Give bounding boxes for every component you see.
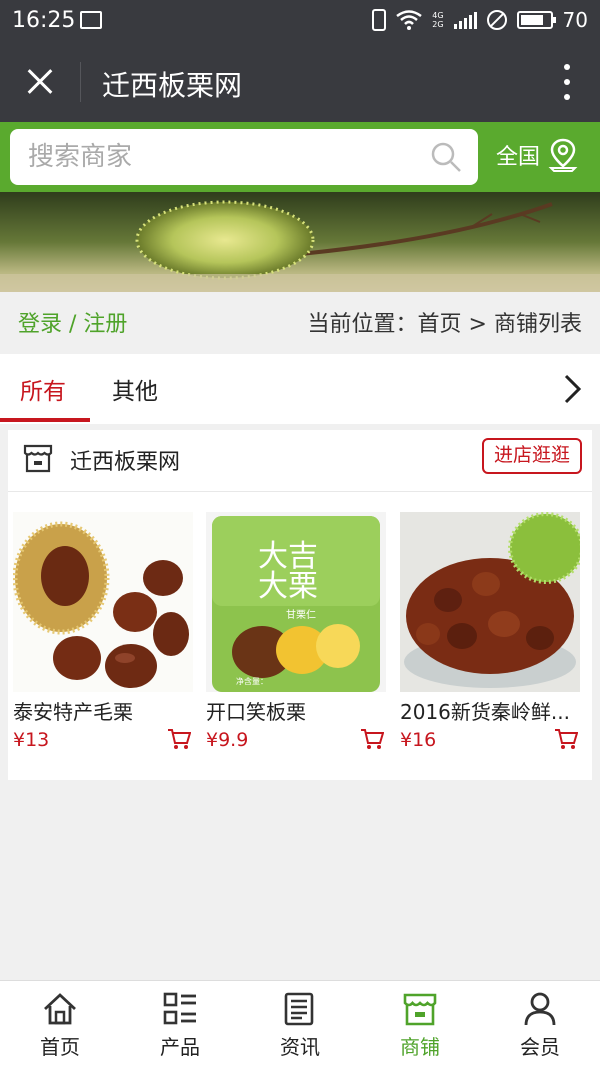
- nav-member[interactable]: 会员: [480, 981, 600, 1067]
- tab-all[interactable]: 所有: [20, 372, 66, 406]
- signal-icon: [453, 11, 477, 29]
- product-card[interactable]: 2016新货秦岭鲜... ¥16: [400, 512, 580, 751]
- nav-home[interactable]: 首页: [0, 981, 120, 1067]
- status-icons: 4G 2G 70: [372, 8, 588, 32]
- search-input[interactable]: [28, 139, 418, 175]
- product-image[interactable]: [400, 512, 580, 692]
- breadcrumb-row: 登录 / 注册 当前位置：首页 > 商铺列表: [0, 292, 600, 352]
- search-box[interactable]: [10, 129, 478, 185]
- news-icon: [284, 992, 314, 1026]
- page-title: 迁西板栗网: [102, 69, 243, 102]
- product-card[interactable]: 泰安特产毛栗 ¥13: [13, 512, 193, 751]
- search-header: 全国: [0, 122, 600, 192]
- product-name[interactable]: 泰安特产毛栗: [13, 696, 188, 725]
- wifi-icon: [396, 10, 422, 30]
- package-sub: 甘栗仁: [286, 608, 316, 621]
- package-weight: 净含量：: [236, 676, 268, 686]
- title-bar: 迁西板栗网: [0, 42, 600, 122]
- status-time: 16:25: [12, 8, 76, 33]
- status-bar: 16:25 4G 2G 70: [0, 0, 600, 42]
- product-card[interactable]: 大吉 大栗 甘栗仁 净含量： 开口笑板栗 ¥9.9: [206, 512, 386, 751]
- vibrate-icon: [372, 9, 387, 31]
- region-selector[interactable]: 全国: [496, 138, 578, 172]
- product-name[interactable]: 2016新货秦岭鲜...: [400, 696, 575, 725]
- grid-list-icon: [163, 992, 196, 1025]
- network-4g-label: 4G: [432, 11, 444, 20]
- nav-shops[interactable]: 商铺: [360, 981, 480, 1067]
- nav-news[interactable]: 资讯: [240, 981, 360, 1067]
- bottom-nav: 首页 产品 资讯 商铺 会员: [0, 980, 600, 1067]
- nav-news-label: 资讯: [280, 1035, 320, 1059]
- no-sim-icon: [486, 10, 507, 30]
- nav-products[interactable]: 产品: [120, 981, 240, 1067]
- region-label: 全国: [496, 145, 541, 170]
- image-notification-icon: [80, 11, 102, 29]
- product-name[interactable]: 开口笑板栗: [206, 696, 381, 725]
- shop-card: 迁西板栗网 进店逛逛 泰安特产毛栗 ¥13 大吉 大栗 甘栗仁 净含量： 开口笑…: [8, 430, 592, 780]
- cart-icon[interactable]: [360, 728, 384, 750]
- close-button[interactable]: [20, 62, 60, 102]
- breadcrumb-home[interactable]: 首页: [418, 312, 462, 337]
- network-type: 4G 2G: [432, 11, 443, 29]
- enter-shop-button[interactable]: 进店逛逛: [482, 438, 582, 474]
- nav-products-label: 产品: [160, 1035, 200, 1059]
- store-icon: [23, 444, 53, 473]
- search-icon[interactable]: [430, 141, 462, 173]
- shop-name[interactable]: 迁西板栗网: [70, 444, 180, 476]
- breadcrumb-prefix: 当前位置：: [307, 312, 418, 337]
- more-menu-button[interactable]: [562, 64, 572, 100]
- home-icon: [44, 993, 76, 1025]
- product-image[interactable]: 大吉 大栗 甘栗仁 净含量：: [206, 512, 386, 692]
- user-icon: [524, 992, 556, 1026]
- battery-icon: [516, 11, 556, 29]
- product-price: ¥13: [13, 729, 50, 751]
- cart-icon[interactable]: [554, 728, 578, 750]
- category-tabs: 所有 其他: [0, 354, 600, 424]
- product-image[interactable]: [13, 512, 193, 692]
- login-register-link[interactable]: 登录 / 注册: [18, 306, 127, 338]
- tab-other[interactable]: 其他: [112, 372, 158, 406]
- divider: [80, 62, 81, 102]
- banner-image[interactable]: [0, 192, 600, 292]
- chevron-right-icon[interactable]: [562, 374, 582, 404]
- product-price: ¥16: [400, 729, 437, 751]
- nav-member-label: 会员: [520, 1035, 560, 1059]
- breadcrumb: 当前位置：首页 > 商铺列表: [308, 306, 582, 338]
- cart-icon[interactable]: [167, 728, 191, 750]
- active-tab-indicator: [0, 418, 90, 422]
- battery-level: 70: [562, 8, 588, 32]
- shop-header: 迁西板栗网 进店逛逛: [8, 430, 592, 492]
- nav-shops-label: 商铺: [400, 1035, 440, 1059]
- breadcrumb-current: 商铺列表: [493, 312, 582, 337]
- network-2g-label: 2G: [432, 20, 444, 29]
- location-pin-icon: [548, 138, 578, 172]
- product-price: ¥9.9: [206, 729, 249, 751]
- nav-home-label: 首页: [40, 1035, 80, 1059]
- package-brand-2: 大栗: [258, 569, 318, 604]
- breadcrumb-separator: >: [468, 312, 487, 337]
- store-icon: [403, 993, 437, 1026]
